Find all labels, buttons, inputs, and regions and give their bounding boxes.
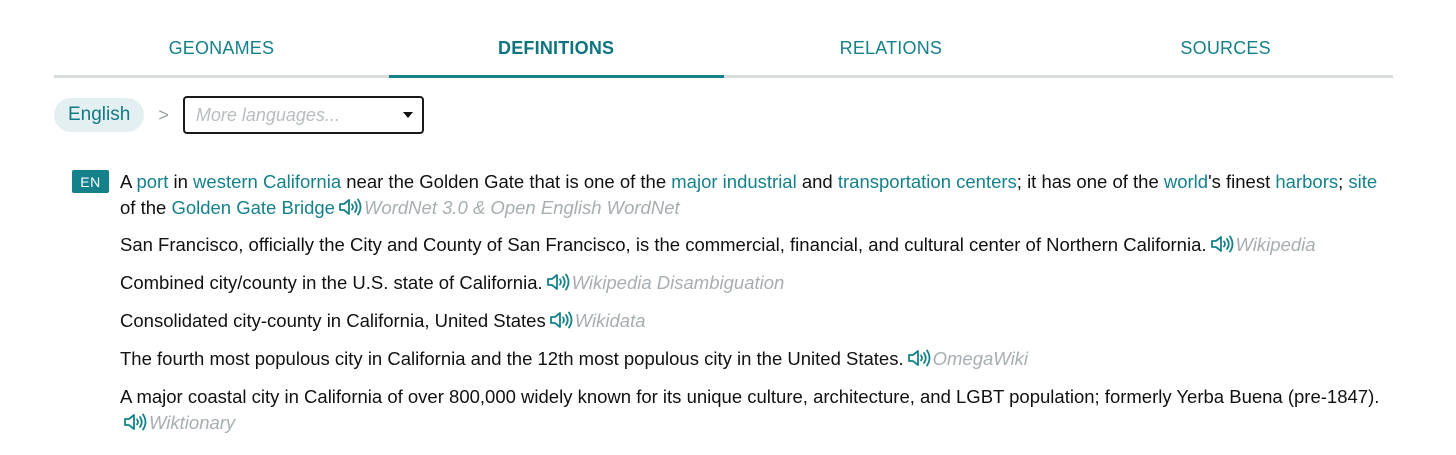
- definition-source: Wikipedia: [1235, 234, 1316, 255]
- definition-link[interactable]: western California: [193, 171, 341, 192]
- definition-link[interactable]: port: [136, 171, 168, 192]
- speaker-icon[interactable]: [1210, 235, 1234, 253]
- definition-link[interactable]: Golden Gate Bridge: [171, 197, 335, 218]
- definition-item: Consolidated city-county in California, …: [120, 308, 1380, 334]
- more-languages-placeholder: More languages...: [195, 104, 340, 125]
- definition-link[interactable]: site: [1348, 171, 1377, 192]
- speaker-icon[interactable]: [123, 413, 147, 431]
- definition-text: A major coastal city in California of ov…: [120, 386, 1380, 407]
- tab-sources[interactable]: SOURCES: [1058, 22, 1393, 78]
- definition-item: A port in western California near the Go…: [120, 171, 1378, 218]
- definition-source: Wikidata: [574, 310, 646, 331]
- definition-link[interactable]: major industrial: [671, 171, 796, 192]
- definition-item: The fourth most populous city in Califor…: [120, 346, 1380, 372]
- speaker-icon[interactable]: [338, 198, 362, 216]
- definition-text: The fourth most populous city in Califor…: [120, 348, 904, 369]
- definition-link[interactable]: harbors: [1275, 171, 1338, 192]
- definition-item: A major coastal city in California of ov…: [120, 384, 1380, 436]
- tab-geonames[interactable]: GEONAMES: [54, 22, 389, 78]
- definition-text: Combined city/county in the U.S. state o…: [120, 272, 543, 293]
- speaker-icon[interactable]: [549, 311, 573, 329]
- definition-source: Wikipedia Disambiguation: [571, 272, 785, 293]
- speaker-icon[interactable]: [907, 349, 931, 367]
- language-badge: EN: [72, 170, 109, 193]
- definition-source: OmegaWiki: [932, 348, 1029, 369]
- definition-text: Consolidated city-county in California, …: [120, 310, 546, 331]
- tab-bar: GEONAMES DEFINITIONS RELATIONS SOURCES: [54, 22, 1393, 78]
- current-language-pill[interactable]: English: [54, 98, 145, 132]
- tab-definitions[interactable]: DEFINITIONS: [388, 22, 724, 78]
- speaker-icon[interactable]: [546, 273, 570, 291]
- definition-source: WordNet 3.0 & Open English WordNet: [363, 197, 680, 218]
- definition-item: San Francisco, officially the City and C…: [120, 232, 1380, 258]
- chevron-right-icon: >: [158, 104, 169, 125]
- tab-relations[interactable]: RELATIONS: [724, 22, 1059, 78]
- definition-text: San Francisco, officially the City and C…: [120, 234, 1207, 255]
- language-selector-row: English > More languages...: [54, 96, 424, 134]
- more-languages-dropdown[interactable]: More languages...: [182, 96, 424, 134]
- definition-source: Wiktionary: [149, 412, 236, 433]
- definition-link[interactable]: world: [1164, 171, 1208, 192]
- definition-link[interactable]: transportation centers: [838, 171, 1017, 192]
- definition-item: Combined city/county in the U.S. state o…: [120, 270, 1380, 296]
- caret-down-icon: [402, 112, 413, 118]
